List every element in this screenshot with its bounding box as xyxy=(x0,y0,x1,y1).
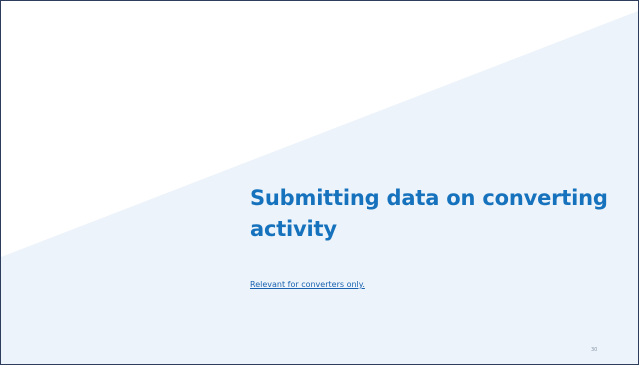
page-number: 30 xyxy=(591,347,598,353)
slide: Submitting data on converting activity R… xyxy=(0,0,639,365)
slide-title: Submitting data on converting activity xyxy=(250,186,608,241)
converters-only-link[interactable]: Relevant for converters only. xyxy=(250,279,365,291)
